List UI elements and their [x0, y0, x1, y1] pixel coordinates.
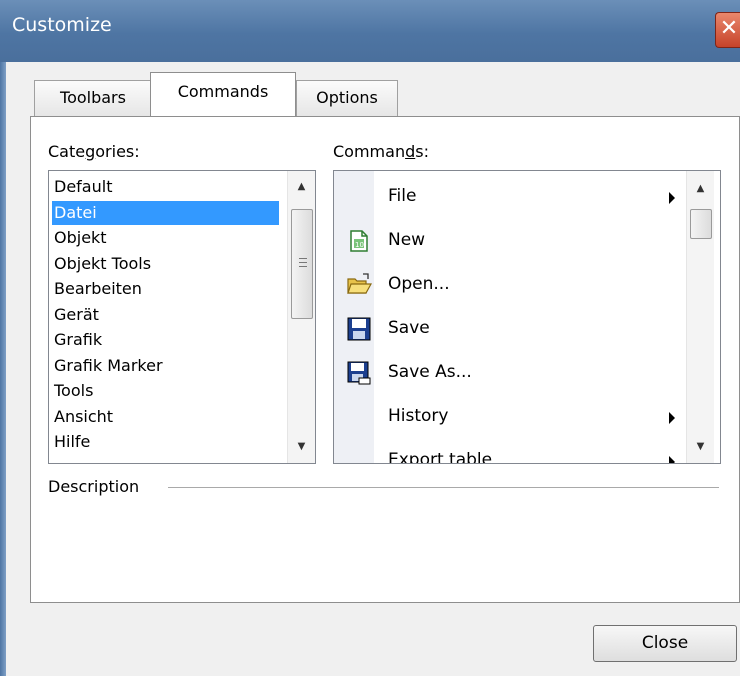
list-item[interactable]: Grafik — [52, 328, 102, 352]
command-label: History — [388, 406, 449, 426]
thumb-grip — [299, 258, 307, 261]
categories-label: Categories: — [48, 142, 140, 161]
submenu-arrow-icon — [669, 192, 675, 204]
thumb-grip — [299, 266, 307, 269]
scroll-down-arrow-icon[interactable]: ▼ — [288, 433, 315, 461]
command-label: Export table — [388, 450, 493, 464]
tab-label: Toolbars — [60, 88, 126, 107]
tab-toolbars[interactable]: Toolbars — [34, 80, 152, 116]
scroll-down-arrow-icon[interactable]: ▼ — [687, 433, 714, 461]
window-border — [0, 62, 6, 676]
floppy-disk-icon — [346, 316, 372, 342]
list-item[interactable]: Objekt — [52, 226, 107, 250]
open-folder-icon — [346, 272, 373, 298]
command-item-save-as[interactable]: Save As... — [334, 352, 684, 396]
command-item-new[interactable]: 10 New — [334, 220, 684, 264]
list-item[interactable]: Objekt Tools — [52, 252, 151, 276]
command-item-export-table[interactable]: Export table — [334, 440, 684, 464]
command-item-save[interactable]: Save — [334, 308, 684, 352]
scrollbar-thumb[interactable] — [291, 209, 313, 319]
submenu-arrow-icon — [669, 412, 675, 424]
scroll-up-arrow-icon[interactable]: ▲ — [288, 173, 315, 201]
thumb-grip — [299, 262, 307, 265]
commands-label: Commands: — [333, 142, 429, 161]
svg-text:10: 10 — [355, 241, 364, 249]
tab-label: Options — [316, 88, 378, 107]
window-title: Customize — [12, 14, 112, 36]
command-label: Save — [388, 318, 430, 338]
command-label: File — [388, 186, 417, 206]
command-label: New — [388, 230, 426, 250]
list-item-selected[interactable]: Datei — [52, 201, 279, 225]
tab-commands[interactable]: Commands — [150, 72, 296, 116]
list-item[interactable]: Tools — [52, 379, 93, 403]
tab-label: Commands — [177, 82, 269, 101]
window-close-icon[interactable]: ✕ — [715, 12, 740, 48]
submenu-arrow-icon — [669, 456, 675, 463]
command-item-file[interactable]: File — [334, 176, 684, 220]
close-button[interactable]: Close — [593, 625, 737, 662]
command-item-open[interactable]: Open... — [334, 264, 684, 308]
categories-list[interactable]: Default Datei Objekt Objekt Tools Bearbe… — [48, 170, 316, 464]
title-bar[interactable]: Customize ✕ — [0, 0, 740, 62]
list-item[interactable]: Grafik Marker — [52, 354, 163, 378]
command-label: Save As... — [388, 362, 472, 382]
description-divider — [168, 487, 719, 488]
categories-scrollbar[interactable]: ▲ ▼ — [287, 171, 315, 463]
scroll-up-arrow-icon[interactable]: ▲ — [687, 175, 714, 203]
save-as-icon — [346, 360, 372, 386]
list-item[interactable]: Hilfe — [52, 430, 90, 454]
commands-list[interactable]: File 10 New Open... Save Save As... Hist… — [333, 170, 721, 464]
tab-options[interactable]: Options — [296, 80, 398, 116]
new-document-icon: 10 — [346, 228, 372, 254]
scrollbar-thumb[interactable] — [690, 209, 712, 239]
list-item[interactable]: Gerät — [52, 303, 99, 327]
list-item[interactable]: Ansicht — [52, 405, 113, 429]
description-label: Description — [48, 477, 140, 496]
list-item[interactable]: Default — [52, 175, 112, 199]
commands-scrollbar[interactable]: ▲ ▼ — [686, 171, 714, 463]
command-item-history[interactable]: History — [334, 396, 684, 440]
list-item[interactable]: Bearbeiten — [52, 277, 142, 301]
command-label: Open... — [388, 274, 450, 294]
